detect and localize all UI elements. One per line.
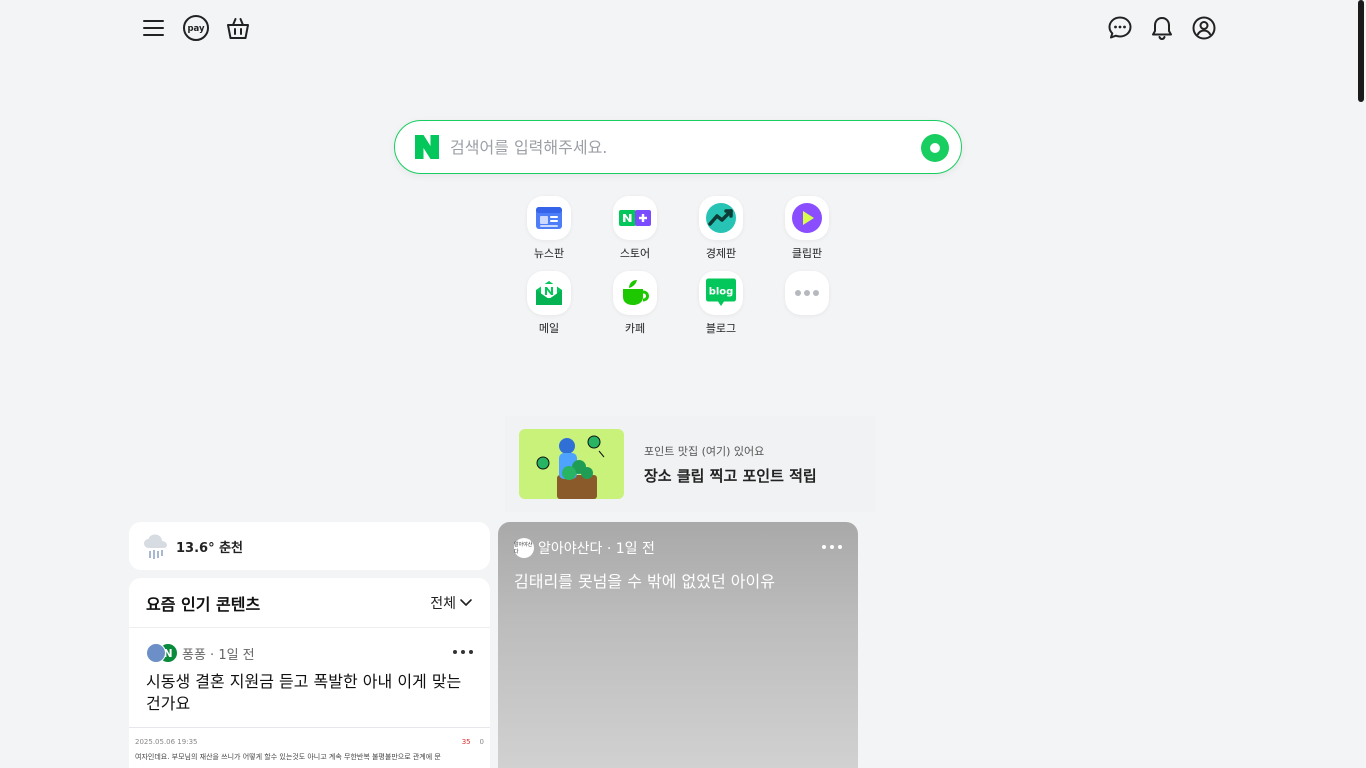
page-scrollbar[interactable] — [1358, 0, 1364, 102]
promo-subtitle: 포인트 맛집 (여기) 있어요 — [644, 444, 765, 458]
cafe-cup-icon — [623, 280, 649, 305]
shortcut-economy[interactable]: 경제판 — [678, 196, 764, 261]
shortcut-news[interactable]: 뉴스판 — [506, 196, 592, 261]
notification-button[interactable] — [1146, 14, 1178, 42]
thumb-text: 여자인데요. 부모님의 재산을 쓰니가 어떻게 할수 있는것도 아니고 계속 무… — [135, 753, 441, 761]
mail-icon — [536, 281, 562, 305]
popular-filter-label: 전체 — [430, 595, 456, 612]
clip-play-icon — [792, 203, 822, 233]
popular-title: 요즘 인기 콘텐츠 — [146, 594, 261, 614]
card-title: 김태리를 못넘을 수 밖에 없었던 아이유 — [514, 572, 775, 591]
shortcut-label: 스토어 — [619, 247, 651, 260]
shortcut-label: 카페 — [624, 322, 646, 335]
economy-icon — [706, 203, 736, 233]
shortcut-mail[interactable]: 메일 — [506, 271, 592, 336]
shortcut-label: 클립판 — [791, 247, 823, 260]
shortcut-store[interactable]: 스토어 — [592, 196, 678, 261]
card-meta: 알아야산다 알아야산다 · 1일 전 — [514, 538, 842, 558]
weather-widget[interactable]: 13.6° 춘천 — [129, 522, 490, 570]
chat-icon — [1108, 16, 1132, 39]
blog-icon: blog — [706, 278, 736, 306]
user-icon — [1192, 16, 1216, 40]
chevron-down-icon — [460, 598, 472, 606]
search-box — [394, 120, 962, 174]
content-card[interactable]: 알아야산다 알아야산다 · 1일 전 김태리를 못넘을 수 밖에 없었던 아이유 — [498, 522, 858, 768]
search-button[interactable] — [921, 134, 949, 162]
store-icon — [619, 210, 651, 226]
more-options-button[interactable] — [822, 540, 842, 554]
promo-illustration — [519, 429, 624, 499]
shortcut-label: 경제판 — [705, 247, 737, 260]
search-input[interactable] — [450, 132, 890, 162]
pay-label: pay — [187, 24, 205, 34]
shopping-bag-icon — [227, 18, 249, 39]
thumb-date: 2025.05.06 19:35 — [135, 738, 198, 746]
shortcut-more[interactable] — [764, 271, 850, 336]
card-author: 알아야산다 · 1일 전 — [538, 541, 655, 557]
item-thumbnail[interactable]: 2025.05.06 19:35 35 0 여자인데요. 부모님의 재산을 쓰니… — [129, 727, 490, 768]
popular-header: 요즘 인기 콘텐츠 전체 — [129, 578, 490, 628]
item-title: 시동생 결혼 지원금 듣고 폭발한 아내 이게 맞는건가요 — [146, 672, 462, 713]
top-right-toolbar — [1104, 14, 1220, 42]
top-left-toolbar: pay — [138, 14, 254, 42]
channel-avatar: 알아야산다 — [514, 538, 534, 558]
pay-button[interactable]: pay — [180, 14, 212, 42]
naver-logo-icon[interactable] — [414, 134, 440, 160]
shortcut-label: 블로그 — [705, 322, 737, 335]
svg-text:blog: blog — [709, 287, 734, 298]
popular-filter-dropdown[interactable]: 전체 — [430, 593, 473, 613]
more-options-button[interactable] — [453, 645, 473, 659]
service-shortcuts: 뉴스판 스토어 경제판 클립판 메일 카페 blog 블로그 — [506, 196, 850, 336]
hamburger-menu-icon — [143, 20, 164, 36]
news-icon — [536, 207, 562, 229]
popular-contents-panel: 요즘 인기 콘텐츠 전체 N 퐁퐁 · 1일 전 시동생 결혼 지원금 듣고 폭… — [129, 578, 490, 768]
weather-text: 13.6° 춘천 — [176, 540, 244, 556]
shortcut-cafe[interactable]: 카페 — [592, 271, 678, 336]
promo-banner[interactable]: 포인트 맛집 (여기) 있어요 장소 클립 찍고 포인트 적립 — [505, 416, 876, 512]
search-dot-icon — [930, 143, 940, 153]
profile-button[interactable] — [1188, 14, 1220, 42]
rain-cloud-icon — [144, 534, 167, 559]
shortcut-label: 메일 — [538, 322, 560, 335]
shortcut-blog[interactable]: blog 블로그 — [678, 271, 764, 336]
list-item[interactable]: N 퐁퐁 · 1일 전 시동생 결혼 지원금 듣고 폭발한 아내 이게 맞는건가… — [129, 628, 490, 715]
shopping-button[interactable] — [222, 14, 254, 42]
item-author: 퐁퐁 · 1일 전 — [182, 647, 255, 663]
pay-icon: pay — [183, 15, 209, 41]
shortcut-clip[interactable]: 클립판 — [764, 196, 850, 261]
menu-button[interactable] — [138, 14, 170, 42]
item-meta: N 퐁퐁 · 1일 전 — [146, 643, 473, 663]
bell-icon — [1152, 17, 1172, 41]
thumb-comments: 0 — [479, 738, 484, 746]
thumb-likes: 35 — [461, 738, 471, 746]
shortcut-label: 뉴스판 — [533, 247, 565, 260]
avatar — [146, 643, 166, 663]
more-dots-icon — [795, 290, 819, 296]
chat-button[interactable] — [1104, 14, 1136, 42]
promo-title: 장소 클립 찍고 포인트 적립 — [644, 466, 817, 485]
